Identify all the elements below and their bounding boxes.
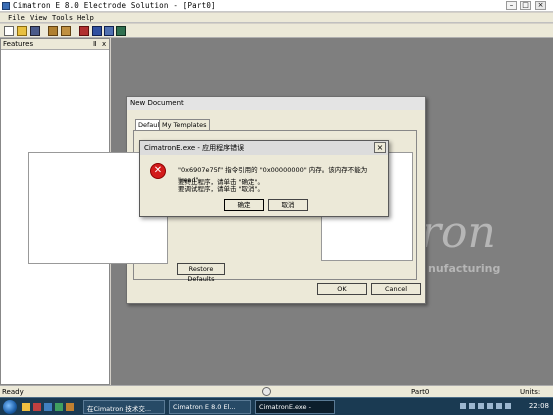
tray-icon-4[interactable] bbox=[487, 403, 493, 409]
menu-tools[interactable]: Tools bbox=[52, 14, 73, 22]
minimize-button[interactable]: – bbox=[506, 1, 517, 10]
watermark-logo: ron bbox=[420, 207, 496, 258]
import-icon[interactable] bbox=[48, 26, 58, 36]
watermark-tagline: nufacturing bbox=[428, 262, 501, 275]
maximize-button[interactable]: □ bbox=[520, 1, 531, 10]
menu-bar: File View Tools Help bbox=[0, 13, 553, 23]
start-button[interactable] bbox=[3, 400, 17, 414]
toolbar bbox=[0, 24, 553, 38]
error-dialog: CimatronE.exe - 应用程序错误 × ✕ "0x6907e75f" … bbox=[139, 140, 389, 217]
tray-icon-5[interactable] bbox=[496, 403, 502, 409]
error-dialog-title: CimatronE.exe - 应用程序错误 bbox=[140, 141, 388, 155]
menu-file[interactable]: File bbox=[8, 14, 25, 22]
quicklaunch-icon-2[interactable] bbox=[33, 403, 41, 411]
window-title: Cimatron E 8.0 Electrode Solution - [Par… bbox=[13, 1, 216, 10]
features-title: Features bbox=[3, 40, 34, 48]
tool-icon-1[interactable] bbox=[79, 26, 89, 36]
pin-icon[interactable]: Ⅱ bbox=[93, 40, 96, 48]
taskbar-item-browser[interactable]: 在Cimatron 技术交... bbox=[83, 400, 165, 414]
taskbar: 在Cimatron 技术交... Cimatron E 8.0 El... Ci… bbox=[0, 397, 553, 415]
status-indicator-icon bbox=[262, 387, 271, 396]
error-debug-hint: 要调试程序，请单击 "取消"。 bbox=[178, 185, 265, 193]
error-cancel-button[interactable]: 取消 bbox=[268, 199, 308, 211]
restore-defaults-button[interactable]: Restore Defaults bbox=[177, 263, 225, 283]
ok-button[interactable]: OK bbox=[317, 283, 367, 295]
quicklaunch-icon-4[interactable] bbox=[55, 403, 63, 411]
tray-icon-3[interactable] bbox=[478, 403, 484, 409]
status-text: Ready bbox=[2, 388, 24, 396]
quicklaunch-icon-5[interactable] bbox=[66, 403, 74, 411]
export-icon[interactable] bbox=[61, 26, 71, 36]
clock: 22:08 bbox=[528, 402, 549, 410]
taskbar-item-error[interactable]: CimatronE.exe - bbox=[255, 400, 335, 414]
tray-icon-1[interactable] bbox=[460, 403, 466, 409]
features-panel-header: Features Ⅱ x bbox=[1, 39, 109, 50]
cancel-button[interactable]: Cancel bbox=[371, 283, 421, 295]
title-bar: Cimatron E 8.0 Electrode Solution - [Par… bbox=[0, 0, 553, 12]
tab-my-templates[interactable]: My Templates bbox=[159, 119, 210, 130]
tool-icon-3[interactable] bbox=[104, 26, 114, 36]
quicklaunch-icon-1[interactable] bbox=[22, 403, 30, 411]
panel-close-icon[interactable]: x bbox=[102, 40, 106, 48]
open-folder-icon[interactable] bbox=[17, 26, 27, 36]
new-document-title: New Document bbox=[127, 97, 425, 110]
status-bar: Ready Part0 Units: mm bbox=[0, 385, 553, 404]
error-ok-button[interactable]: 确定 bbox=[224, 199, 264, 211]
app-icon bbox=[2, 2, 10, 10]
taskbar-item-cimatron[interactable]: Cimatron E 8.0 El... bbox=[169, 400, 251, 414]
save-icon[interactable] bbox=[30, 26, 40, 36]
tool-icon-4[interactable] bbox=[116, 26, 126, 36]
quicklaunch-icon-3[interactable] bbox=[44, 403, 52, 411]
new-file-icon[interactable] bbox=[4, 26, 14, 36]
tool-icon-2[interactable] bbox=[92, 26, 102, 36]
error-close-button[interactable]: × bbox=[374, 142, 386, 153]
tray-icon-2[interactable] bbox=[469, 403, 475, 409]
menu-view[interactable]: View bbox=[30, 14, 47, 22]
status-part: Part0 bbox=[411, 388, 430, 396]
tray-icon-6[interactable] bbox=[505, 403, 511, 409]
menu-help[interactable]: Help bbox=[77, 14, 94, 22]
error-icon: ✕ bbox=[150, 163, 166, 179]
close-button[interactable]: × bbox=[535, 1, 546, 10]
